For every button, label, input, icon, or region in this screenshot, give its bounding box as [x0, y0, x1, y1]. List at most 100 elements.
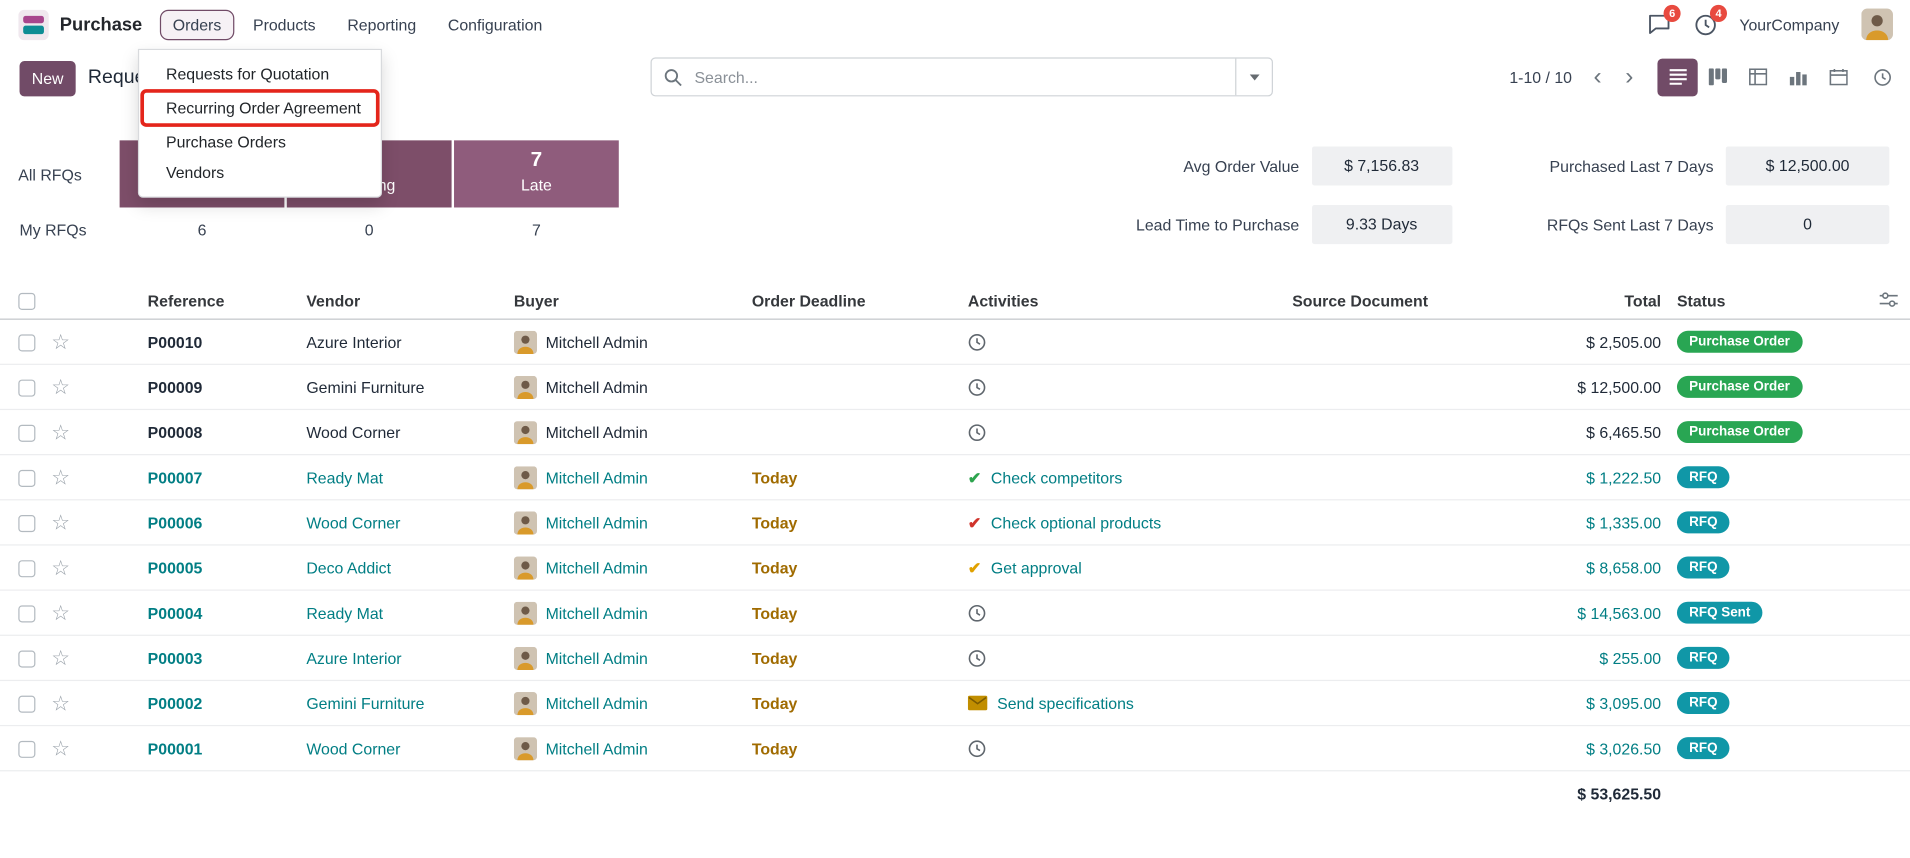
col-header-activities[interactable]: Activities: [968, 292, 1221, 310]
purchase-app-icon[interactable]: [18, 9, 49, 40]
search-dropdown-toggle[interactable]: [1235, 59, 1272, 96]
vendor-cell[interactable]: Azure Interior: [306, 333, 513, 351]
activity-label[interactable]: Send specifications: [997, 694, 1134, 712]
view-pivot-icon[interactable]: [1738, 58, 1778, 96]
reference-cell[interactable]: P00001: [148, 739, 307, 757]
dashboard-card-late[interactable]: 7Late: [454, 140, 619, 207]
vendor-cell[interactable]: Deco Addict: [306, 558, 513, 576]
new-button[interactable]: New: [20, 60, 76, 95]
star-icon[interactable]: ☆: [51, 420, 70, 443]
buyer-cell[interactable]: Mitchell Admin: [514, 691, 752, 714]
reference-cell[interactable]: P00004: [148, 604, 307, 622]
star-icon[interactable]: ☆: [51, 737, 70, 760]
menu-configuration[interactable]: Configuration: [434, 9, 555, 40]
row-checkbox[interactable]: [18, 695, 35, 712]
row-checkbox[interactable]: [18, 470, 35, 487]
reference-cell[interactable]: P00008: [148, 423, 307, 441]
dropdown-item-vendors[interactable]: Vendors: [139, 157, 381, 188]
star-icon[interactable]: ☆: [51, 466, 70, 489]
menu-reporting[interactable]: Reporting: [334, 9, 430, 40]
star-icon[interactable]: ☆: [51, 556, 70, 579]
search-input[interactable]: [692, 67, 1235, 88]
dropdown-item-recurring-order-agreement[interactable]: Recurring Order Agreement: [144, 93, 376, 124]
vendor-cell[interactable]: Gemini Furniture: [306, 694, 513, 712]
view-activity-icon[interactable]: [1862, 58, 1902, 96]
reference-cell[interactable]: P00006: [148, 513, 307, 531]
user-avatar[interactable]: [1861, 9, 1893, 41]
clock-icon[interactable]: [968, 423, 986, 441]
optional-columns-icon[interactable]: [1880, 292, 1898, 310]
star-icon[interactable]: ☆: [51, 375, 70, 398]
buyer-cell[interactable]: Mitchell Admin: [514, 646, 752, 669]
col-header-order-deadline[interactable]: Order Deadline: [752, 292, 968, 310]
col-header-total[interactable]: Total: [1428, 292, 1661, 310]
vendor-cell[interactable]: Ready Mat: [306, 468, 513, 486]
col-header-status[interactable]: Status: [1661, 292, 1867, 310]
vendor-cell[interactable]: Wood Corner: [306, 513, 513, 531]
vendor-cell[interactable]: Wood Corner: [306, 423, 513, 441]
activity-label[interactable]: Check competitors: [991, 468, 1122, 486]
buyer-cell[interactable]: Mitchell Admin: [514, 556, 752, 579]
view-list-icon[interactable]: [1657, 58, 1697, 96]
reference-cell[interactable]: P00010: [148, 333, 307, 351]
col-header-source-document[interactable]: Source Document: [1221, 292, 1428, 310]
row-checkbox[interactable]: [18, 650, 35, 667]
star-icon[interactable]: ☆: [51, 601, 70, 624]
buyer-cell[interactable]: Mitchell Admin: [514, 601, 752, 624]
star-icon[interactable]: ☆: [51, 691, 70, 714]
reference-cell[interactable]: P00005: [148, 558, 307, 576]
row-checkbox[interactable]: [18, 741, 35, 758]
vendor-cell[interactable]: Gemini Furniture: [306, 378, 513, 396]
activities-icon[interactable]: 4: [1693, 12, 1717, 36]
reference-cell[interactable]: P00007: [148, 468, 307, 486]
messages-icon[interactable]: 6: [1647, 12, 1671, 36]
clock-icon[interactable]: [968, 739, 986, 757]
activity-label[interactable]: Get approval: [991, 558, 1082, 576]
pager-previous-button[interactable]: ‹: [1582, 59, 1614, 96]
my-count-waiting[interactable]: 0: [287, 221, 452, 239]
company-name[interactable]: YourCompany: [1739, 15, 1839, 33]
clock-icon[interactable]: [968, 333, 986, 351]
vendor-cell[interactable]: Wood Corner: [306, 739, 513, 757]
star-icon[interactable]: ☆: [51, 330, 70, 353]
menu-orders[interactable]: Orders: [159, 9, 234, 40]
my-count-to-send[interactable]: 6: [120, 221, 285, 239]
my-rfqs-label[interactable]: My RFQs: [20, 221, 87, 239]
vendor-cell[interactable]: Azure Interior: [306, 649, 513, 667]
clock-icon[interactable]: [968, 604, 986, 622]
select-all-checkbox[interactable]: [18, 293, 35, 310]
my-count-late[interactable]: 7: [454, 221, 619, 239]
pager-next-button[interactable]: ›: [1614, 59, 1646, 96]
row-checkbox[interactable]: [18, 560, 35, 577]
menu-products[interactable]: Products: [240, 9, 329, 40]
row-checkbox[interactable]: [18, 424, 35, 441]
dropdown-item-requests-for-quotation[interactable]: Requests for Quotation: [139, 59, 381, 90]
view-calendar-icon[interactable]: [1819, 58, 1859, 96]
reference-cell[interactable]: P00009: [148, 378, 307, 396]
row-checkbox[interactable]: [18, 334, 35, 351]
row-checkbox[interactable]: [18, 605, 35, 622]
buyer-cell[interactable]: Mitchell Admin: [514, 330, 752, 353]
buyer-cell[interactable]: Mitchell Admin: [514, 511, 752, 534]
dropdown-item-purchase-orders[interactable]: Purchase Orders: [139, 127, 381, 158]
view-kanban-icon[interactable]: [1698, 58, 1738, 96]
reference-cell[interactable]: P00002: [148, 694, 307, 712]
buyer-cell[interactable]: Mitchell Admin: [514, 466, 752, 489]
vendor-cell[interactable]: Ready Mat: [306, 604, 513, 622]
reference-cell[interactable]: P00003: [148, 649, 307, 667]
all-rfqs-label[interactable]: All RFQs: [18, 166, 81, 184]
clock-icon[interactable]: [968, 649, 986, 667]
col-header-reference[interactable]: Reference: [148, 292, 307, 310]
buyer-cell[interactable]: Mitchell Admin: [514, 375, 752, 398]
clock-icon[interactable]: [968, 378, 986, 396]
activity-label[interactable]: Check optional products: [991, 513, 1161, 531]
row-checkbox[interactable]: [18, 379, 35, 396]
row-checkbox[interactable]: [18, 515, 35, 532]
star-icon[interactable]: ☆: [51, 646, 70, 669]
buyer-cell[interactable]: Mitchell Admin: [514, 420, 752, 443]
star-icon[interactable]: ☆: [51, 511, 70, 534]
col-header-buyer[interactable]: Buyer: [514, 292, 752, 310]
col-header-vendor[interactable]: Vendor: [306, 292, 513, 310]
buyer-cell[interactable]: Mitchell Admin: [514, 737, 752, 760]
view-graph-icon[interactable]: [1778, 58, 1818, 96]
